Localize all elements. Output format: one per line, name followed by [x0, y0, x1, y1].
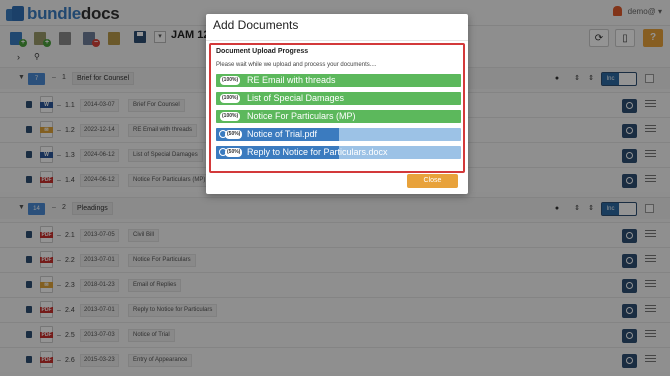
upload-progress-bar: (50%) Reply to Notice for Particulars.do… [216, 146, 461, 159]
upload-file-name: Reply to Notice for Particulars.docx [247, 147, 388, 157]
progress-percent: (50%) [225, 148, 243, 157]
divider [206, 40, 468, 41]
upload-progress-panel: Document Upload Progress Please wait whi… [209, 43, 465, 173]
add-documents-dialog: Add Documents Document Upload Progress P… [206, 14, 468, 194]
progress-percent: (100%) [220, 76, 241, 85]
upload-file-name: List of Special Damages [247, 93, 345, 103]
spinner-icon [219, 130, 227, 138]
upload-file-name: Notice of Trial.pdf [247, 129, 318, 139]
progress-heading: Document Upload Progress [216, 48, 309, 55]
close-button[interactable]: Close [407, 174, 458, 188]
upload-progress-bar: (100%) RE Email with threads [216, 74, 461, 87]
upload-progress-bar: (100%) List of Special Damages [216, 92, 461, 105]
upload-progress-bar: (50%) Notice of Trial.pdf [216, 128, 461, 141]
progress-message: Please wait while we upload and process … [216, 62, 377, 68]
spinner-icon [219, 148, 227, 156]
dialog-title: Add Documents [213, 18, 299, 32]
upload-progress-bar: (100%) Notice For Particulars (MP) [216, 110, 461, 123]
progress-percent: (100%) [220, 94, 241, 103]
upload-file-name: RE Email with threads [247, 75, 336, 85]
progress-percent: (100%) [220, 112, 241, 121]
upload-file-name: Notice For Particulars (MP) [247, 111, 356, 121]
progress-percent: (50%) [225, 130, 243, 139]
